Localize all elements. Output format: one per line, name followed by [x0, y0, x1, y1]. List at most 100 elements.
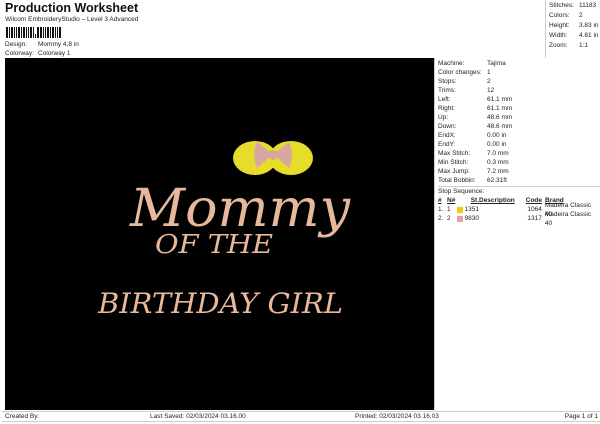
- design-preview: Mommy OF THE BIRTHDAY GIRL: [5, 58, 434, 410]
- property-row: Max Jump: 7.2 mm: [438, 167, 600, 176]
- row-number: 2.: [438, 215, 444, 222]
- property-row: Max Stitch: 7.0 mm: [438, 149, 600, 158]
- property-label: Max Jump:: [438, 168, 470, 175]
- property-value: Tajima: [487, 60, 506, 67]
- barcode-bar: [16, 27, 17, 38]
- column-header: #: [438, 197, 442, 204]
- property-label: Color changes:: [438, 69, 482, 76]
- needle-number: 2: [446, 215, 451, 222]
- property-row: Up: 48.6 mm: [438, 113, 600, 122]
- column-header: Description: [479, 197, 515, 204]
- stat-label: Zoom:: [549, 42, 568, 49]
- stitch-count: 1351: [464, 206, 479, 213]
- bow-knot: [268, 150, 278, 160]
- property-label: Total Bobbin:: [438, 177, 476, 184]
- printed-date: Printed: 02/03/2024 03.16.03: [355, 413, 439, 420]
- page-number: Page 1 of 1: [564, 413, 598, 420]
- barcode-bar: [33, 27, 34, 38]
- stats-box: Stitches: 11183 Colors: 2 Height: 3.83 in W…: [545, 0, 600, 58]
- barcode-bar: [11, 27, 13, 38]
- column-header: Code: [525, 197, 542, 204]
- stat-row: Colors: 2: [549, 12, 600, 22]
- property-row: Right: 61.1 mm: [438, 104, 600, 113]
- stat-value: 4.81 in: [579, 32, 599, 39]
- property-row: Stops: 2: [438, 77, 600, 86]
- property-label: Stops:: [438, 78, 457, 85]
- column-header: N#: [447, 197, 456, 204]
- stat-label: Stitches:: [549, 2, 574, 9]
- barcode-bar: [43, 27, 44, 38]
- property-row: EndX: 0.00 in: [438, 131, 600, 140]
- barcode-bar: [6, 27, 8, 38]
- barcode-bar: [14, 27, 15, 38]
- barcode-bar: [9, 27, 10, 38]
- colorway-value: Colorway 1: [38, 50, 71, 57]
- property-label: Down:: [438, 123, 457, 130]
- stat-row: Height: 3.83 in: [549, 22, 600, 32]
- property-label: Max Stitch:: [438, 150, 471, 157]
- barcode-bar: [47, 27, 49, 38]
- thread-code: 1064: [527, 206, 542, 213]
- property-row: Color changes: 1: [438, 68, 600, 77]
- barcode-bar: [52, 27, 54, 38]
- design-text-line3: BIRTHDAY GIRL: [97, 287, 343, 320]
- stat-label: Width:: [549, 32, 568, 39]
- last-saved: Last Saved: 02/03/2024 03.16.00: [150, 413, 246, 420]
- barcode-bar: [57, 27, 58, 38]
- property-value: 1: [487, 69, 491, 76]
- stat-value: 1:1: [579, 42, 589, 49]
- property-label: EndX:: [438, 132, 456, 139]
- barcode-bar: [35, 34, 36, 38]
- page-title: Production Worksheet: [5, 1, 139, 15]
- property-value: 0.00 in: [487, 132, 507, 139]
- design-label: Design:: [5, 41, 28, 48]
- column-header: St.: [470, 197, 479, 204]
- property-value: 48.6 mm: [487, 123, 513, 130]
- property-row: Machine: Tajima: [438, 59, 600, 68]
- stop-sequence-title: Stop Sequence:: [438, 186, 600, 196]
- property-row: EndY: 0.00 in: [438, 140, 600, 149]
- stat-value: 11183: [579, 2, 597, 9]
- barcode-bar: [23, 27, 25, 38]
- properties-panel: Machine: Tajima Color changes: 1 Stops: 2 Trim…: [434, 58, 600, 410]
- property-row: Down: 48.6 mm: [438, 122, 600, 131]
- barcode-bar: [50, 27, 51, 38]
- property-row: Left: 61.1 mm: [438, 95, 600, 104]
- row-number: 1.: [438, 206, 444, 213]
- property-label: Trims:: [438, 87, 456, 94]
- barcode-bar: [40, 27, 42, 38]
- property-label: Up:: [438, 114, 449, 121]
- footer: Created By: Last Saved: 02/03/2024 03.16…: [2, 411, 600, 422]
- design-row: Design: Mommy 4,8 in: [5, 41, 79, 48]
- barcode-bar: [21, 27, 22, 38]
- needle-number: 1: [446, 206, 451, 213]
- stat-row: Zoom: 1:1: [549, 42, 600, 52]
- stat-label: Colors:: [549, 12, 570, 19]
- colorway-label: Colorway:: [5, 50, 34, 57]
- barcode-bar: [45, 27, 46, 38]
- property-value: 2: [487, 78, 491, 85]
- design-text-line2: OF THE: [155, 230, 273, 260]
- property-value: 62.31ft: [487, 177, 507, 184]
- barcode-bar: [26, 27, 27, 38]
- barcode-bar: [37, 27, 39, 38]
- property-value: 48.6 mm: [487, 114, 513, 121]
- barcode-bar: [18, 27, 20, 38]
- stat-label: Height:: [549, 22, 570, 29]
- property-label: Machine:: [438, 60, 465, 67]
- stat-value: 3.83 in: [579, 22, 599, 29]
- worksheet-page: Production Worksheet Wilcom EmbroiderySt…: [2, 0, 600, 424]
- barcode-bar: [28, 27, 29, 38]
- created-by: Created By:: [5, 413, 40, 420]
- colorway-row: Colorway: Colorway 1: [5, 50, 71, 57]
- color-swatch: [456, 206, 463, 213]
- software-name: Wilcom EmbroideryStudio – Level 3 Advanc…: [5, 16, 139, 23]
- color-swatch: [456, 215, 463, 222]
- property-row: Trims: 12: [438, 86, 600, 95]
- stitch-count: 9830: [464, 215, 479, 222]
- design-value: Mommy 4,8 in: [38, 41, 79, 48]
- stat-value: 2: [579, 12, 583, 19]
- property-label: EndY:: [438, 141, 456, 148]
- barcode-bar: [55, 27, 56, 38]
- thread-brand: Madeira Classic 40: [544, 210, 592, 227]
